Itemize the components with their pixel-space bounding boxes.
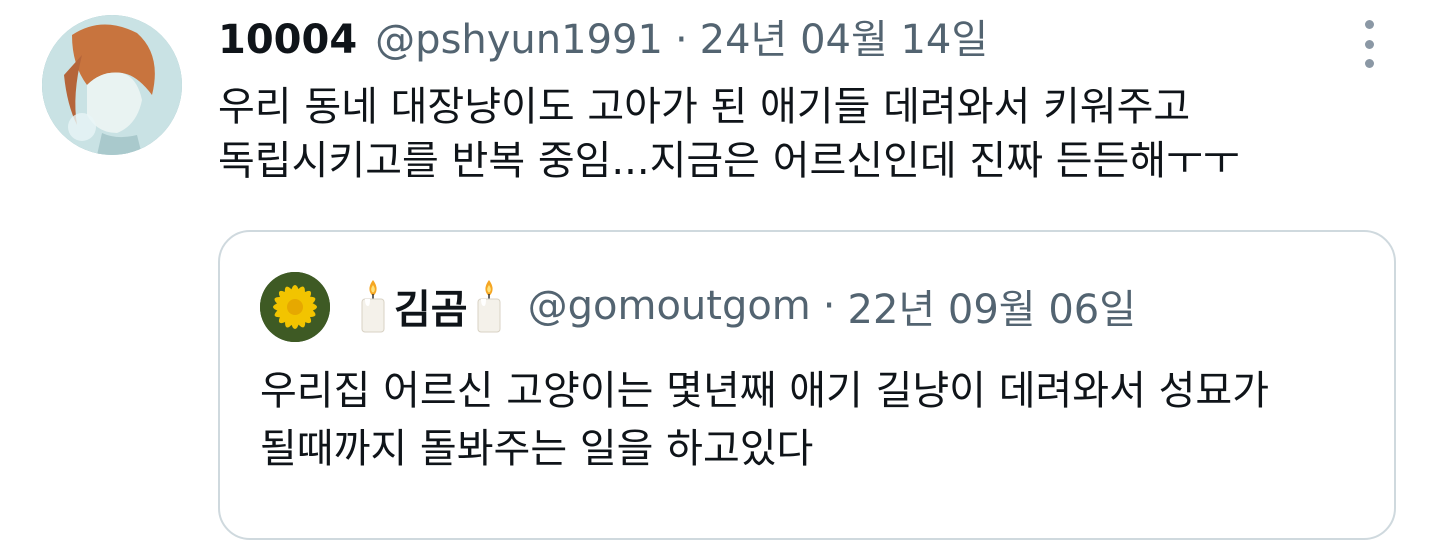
tweet-text: 우리 동네 대장냥이도 고아가 된 애기들 데려와서 키워주고 독립시키고를 반… <box>218 80 1398 188</box>
quote-text: 우리집 어르신 고양이는 몇년째 애기 길냥이 데려와서 성묘가 될때까지 돌봐… <box>260 362 1370 478</box>
quote-header: 김곰 @gomoutgom · 22년 09월 06일 <box>356 276 1136 336</box>
more-options-button[interactable] <box>1354 20 1384 68</box>
tweet-date[interactable]: 24년 04월 14일 <box>700 12 989 68</box>
header-separator: · <box>674 17 688 63</box>
quote-author-avatar[interactable] <box>260 272 330 342</box>
tweet-text-line: 우리 동네 대장냥이도 고아가 된 애기들 데려와서 키워주고 <box>218 84 1191 130</box>
quote-text-line: 될때까지 돌봐주는 일을 하고있다 <box>260 426 814 472</box>
more-vertical-icon-dot <box>1364 39 1374 49</box>
more-vertical-icon-dot <box>1364 59 1374 68</box>
sunflower-avatar-image <box>260 272 330 342</box>
quote-header-separator: · <box>822 283 836 329</box>
more-vertical-icon <box>1364 20 1374 29</box>
quote-author-handle[interactable]: @gomoutgom <box>528 283 811 329</box>
author-avatar[interactable] <box>42 15 182 155</box>
author-display-name[interactable]: 10004 <box>218 12 357 68</box>
tweet-text-line: 독립시키고를 반복 중임...지금은 어르신인데 진짜 든든해ㅜㅜ <box>218 138 1240 184</box>
quoted-tweet-card[interactable]: 김곰 @gomoutgom · 22년 09월 06일 우리집 어르신 고양이는… <box>218 230 1396 540</box>
author-handle[interactable]: @pshyun1991 <box>375 12 663 68</box>
tweet-header: 10004 @pshyun1991 · 24년 04월 14일 <box>218 12 988 68</box>
quote-date[interactable]: 22년 09월 06일 <box>848 277 1137 335</box>
avatar-image <box>42 15 182 155</box>
candle-icon <box>361 280 385 333</box>
quote-author-display-name[interactable]: 김곰 <box>394 277 468 335</box>
candle-icon <box>477 280 501 333</box>
quote-text-line: 우리집 어르신 고양이는 몇년째 애기 길냥이 데려와서 성묘가 <box>260 368 1270 414</box>
